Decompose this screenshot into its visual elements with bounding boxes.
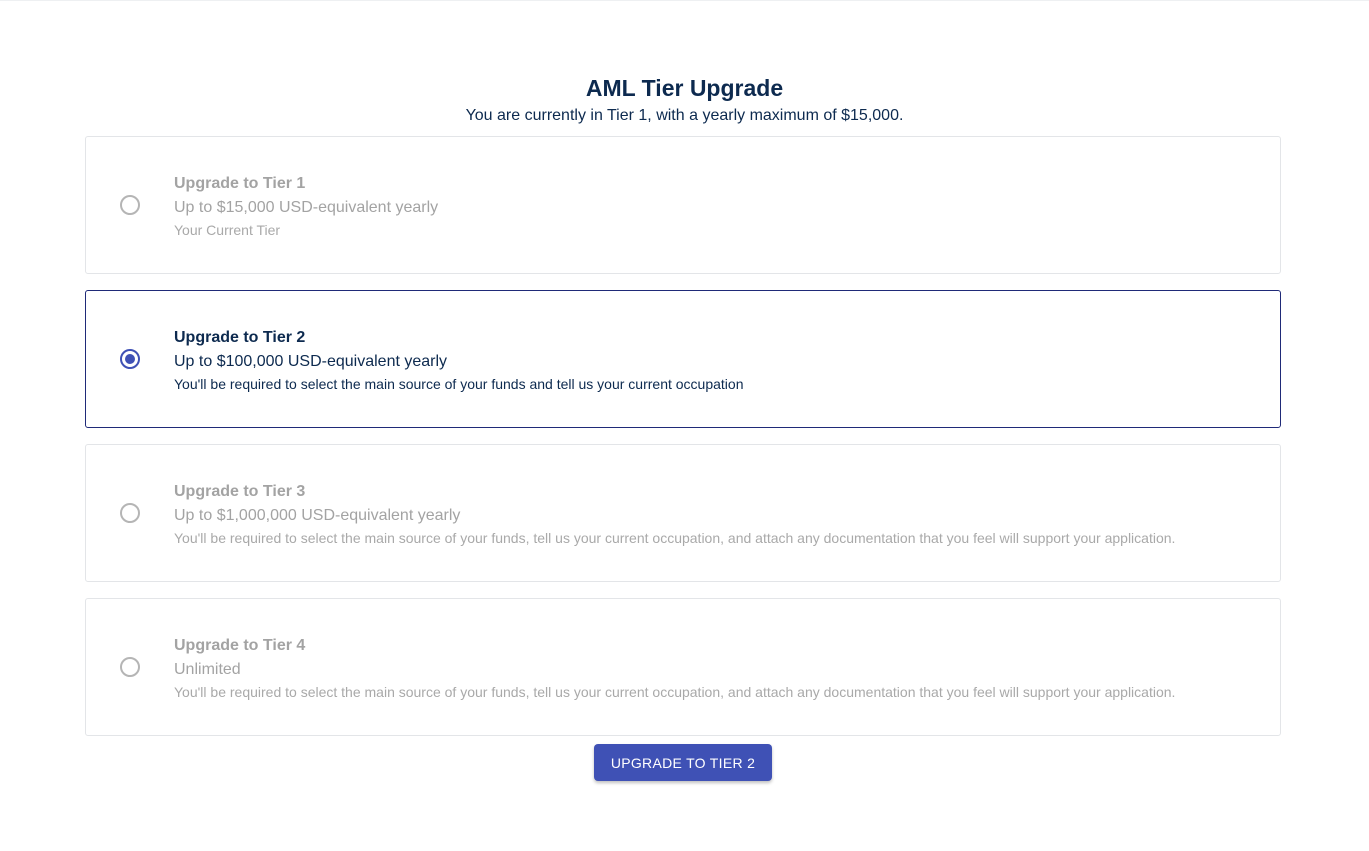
tier-option-2[interactable]: Upgrade to Tier 2 Up to $100,000 USD-equ… — [85, 290, 1281, 428]
top-divider — [0, 0, 1369, 1]
tier-options-list: Upgrade to Tier 1 Up to $15,000 USD-equi… — [85, 136, 1281, 752]
tier-4-radio-button[interactable] — [120, 657, 140, 677]
tier-2-text: Upgrade to Tier 2 Up to $100,000 USD-equ… — [174, 328, 744, 393]
tier-2-note: You'll be required to select the main so… — [174, 376, 744, 392]
tier-2-radio-button[interactable] — [120, 349, 140, 369]
tier-3-text: Upgrade to Tier 3 Up to $1,000,000 USD-e… — [174, 482, 1175, 547]
tier-1-title: Upgrade to Tier 1 — [174, 175, 306, 192]
tier-1-text: Upgrade to Tier 1 Up to $15,000 USD-equi… — [174, 174, 438, 239]
upgrade-tier-button[interactable]: UPGRADE TO TIER 2 — [594, 744, 772, 781]
tier-4-limit: Unlimited — [174, 661, 241, 678]
tier-3-limit: Up to $1,000,000 USD-equivalent yearly — [174, 507, 461, 524]
tier-option-3[interactable]: Upgrade to Tier 3 Up to $1,000,000 USD-e… — [85, 444, 1281, 582]
tier-2-title: Upgrade to Tier 2 — [174, 329, 306, 346]
tier-1-note: Your Current Tier — [174, 222, 281, 238]
tier-4-title: Upgrade to Tier 4 — [174, 637, 306, 654]
tier-3-title: Upgrade to Tier 3 — [174, 483, 306, 500]
tier-1-radio-button[interactable] — [120, 195, 140, 215]
tier-option-1[interactable]: Upgrade to Tier 1 Up to $15,000 USD-equi… — [85, 136, 1281, 274]
page-subtitle: You are currently in Tier 1, with a year… — [465, 107, 904, 124]
radio-selected-dot-icon — [125, 354, 135, 364]
tier-3-radio-button[interactable] — [120, 503, 140, 523]
tier-4-text: Upgrade to Tier 4 Unlimited You'll be re… — [174, 636, 1175, 701]
page-title: AML Tier Upgrade — [585, 75, 784, 101]
tier-2-limit: Up to $100,000 USD-equivalent yearly — [174, 353, 448, 370]
page-header: AML Tier Upgrade You are currently in Ti… — [0, 74, 1369, 126]
tier-3-note: You'll be required to select the main so… — [174, 530, 1176, 546]
tier-option-4[interactable]: Upgrade to Tier 4 Unlimited You'll be re… — [85, 598, 1281, 736]
tier-1-limit: Up to $15,000 USD-equivalent yearly — [174, 199, 439, 216]
tier-4-note: You'll be required to select the main so… — [174, 684, 1176, 700]
